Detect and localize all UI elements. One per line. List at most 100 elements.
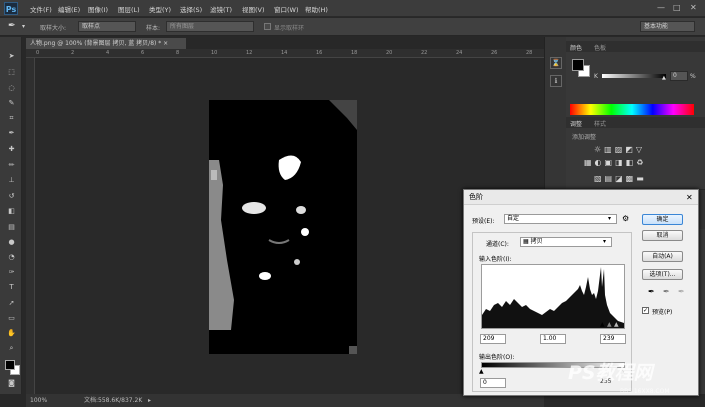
quick-mask-icon[interactable]: ◙ xyxy=(6,379,17,388)
ruler-label: 8 xyxy=(176,50,180,56)
ruler-label: 26 xyxy=(491,50,498,56)
tab-styles[interactable]: 样式 xyxy=(594,119,606,128)
tab-adjustments[interactable]: 调整 xyxy=(570,119,582,128)
input-black-value: 209 xyxy=(483,335,495,342)
marquee-tool-icon[interactable]: ⬚ xyxy=(6,68,17,77)
document-tab[interactable]: 人物.png @ 100% (背景图层 拷贝, 蓝 拷贝/8) * × xyxy=(26,38,186,49)
ruler-label: 20 xyxy=(386,50,393,56)
zoom-level[interactable]: 100% xyxy=(30,394,47,407)
sample-size-label: 取样大小: xyxy=(40,25,67,32)
cancel-button[interactable]: 取消 xyxy=(642,230,683,241)
menu-bar: Ps 文件(F) 编辑(E) 图像(I) 图层(L) 类型(Y) 选择(S) 滤… xyxy=(0,0,705,17)
k-unit: % xyxy=(690,73,696,80)
ruler-label: 14 xyxy=(281,50,288,56)
menu-edit[interactable]: 编辑(E) xyxy=(58,4,80,14)
path-selection-tool-icon[interactable]: ➚ xyxy=(6,299,17,308)
output-levels-label: 输出色阶(O): xyxy=(479,354,515,361)
gradient-tool-icon[interactable]: ▤ xyxy=(6,223,17,232)
healing-brush-tool-icon[interactable]: ✚ xyxy=(6,145,17,154)
dialog-close-icon[interactable]: ✕ xyxy=(686,190,693,205)
move-tool-icon[interactable]: ➤ xyxy=(6,52,17,61)
lasso-tool-icon[interactable]: ◌ xyxy=(6,84,17,93)
white-eyedropper-icon[interactable]: ✒ xyxy=(678,287,685,296)
portrait-threshold-image xyxy=(209,100,357,354)
show-ring-label: 显示取样环 xyxy=(274,25,305,32)
brush-tool-icon[interactable]: ✏ xyxy=(6,161,17,170)
menu-image[interactable]: 图像(I) xyxy=(88,4,108,14)
eyedropper-tool-icon[interactable]: ✒ xyxy=(6,129,17,138)
sample-select[interactable]: 所有图层 xyxy=(166,21,254,32)
menu-help[interactable]: 帮助(H) xyxy=(305,4,328,14)
foreground-color-swatch[interactable] xyxy=(5,360,15,370)
crop-tool-icon[interactable]: ⌗ xyxy=(6,114,17,123)
menu-file[interactable]: 文件(F) xyxy=(30,4,52,14)
blur-tool-icon[interactable]: ● xyxy=(6,238,17,247)
adjustment-icons-row-3[interactable]: ▧▤◪▩▬ xyxy=(594,174,647,183)
auto-button[interactable]: 自动(A) xyxy=(642,251,683,262)
input-white-value: 239 xyxy=(603,335,615,342)
tab-swatches[interactable]: 色板 xyxy=(594,43,606,52)
input-black-field[interactable]: 209 xyxy=(480,334,506,344)
output-black-slider[interactable]: ▲ xyxy=(479,368,484,375)
tab-color[interactable]: 颜色 xyxy=(570,43,582,52)
clone-stamp-tool-icon[interactable]: ⊥ xyxy=(6,176,17,185)
options-button[interactable]: 选项(T)... xyxy=(642,269,683,280)
document-image[interactable] xyxy=(209,100,357,354)
channel-select[interactable]: ▦ 拷贝 ▾ xyxy=(520,237,612,247)
dodge-tool-icon[interactable]: ◔ xyxy=(6,253,17,262)
output-black-value: 0 xyxy=(483,379,487,386)
menu-window[interactable]: 窗口(W) xyxy=(274,4,299,14)
panel-foreground-swatch[interactable] xyxy=(572,59,584,71)
menu-type[interactable]: 类型(Y) xyxy=(149,4,171,14)
black-eyedropper-icon[interactable]: ✒ xyxy=(648,287,655,296)
history-brush-tool-icon[interactable]: ↺ xyxy=(6,192,17,201)
input-mid-value: 1.00 xyxy=(543,335,557,342)
input-mid-field[interactable]: 1.00 xyxy=(540,334,566,344)
input-white-slider[interactable]: ▲ xyxy=(614,321,619,328)
show-ring-checkbox[interactable] xyxy=(264,23,271,30)
minimize-button[interactable]: — xyxy=(657,3,665,12)
preset-value: 自定 xyxy=(507,215,520,222)
workspace-select[interactable]: 基本功能 xyxy=(640,21,695,32)
k-slider-handle[interactable]: ▲ xyxy=(662,75,666,81)
histogram xyxy=(481,264,625,329)
sample-size-select[interactable]: 取样点 xyxy=(78,21,136,32)
k-slider[interactable] xyxy=(602,74,666,78)
eraser-tool-icon[interactable]: ◧ xyxy=(6,207,17,216)
ruler-label: 10 xyxy=(211,50,218,56)
chevron-down-icon[interactable]: ▾ xyxy=(22,23,25,30)
menu-layer[interactable]: 图层(L) xyxy=(118,4,140,14)
color-spectrum-bar[interactable] xyxy=(570,104,694,115)
preset-select[interactable]: 自定 ▾ xyxy=(504,214,617,224)
history-panel-icon[interactable]: ⌛ xyxy=(550,57,562,69)
dialog-title-bar[interactable]: 色阶 ✕ xyxy=(464,190,698,205)
preset-options-icon[interactable]: ⚙ xyxy=(622,214,629,223)
dialog-title: 色阶 xyxy=(469,193,483,201)
type-tool-icon[interactable]: T xyxy=(6,283,17,292)
pen-tool-icon[interactable]: ✑ xyxy=(6,268,17,277)
gray-eyedropper-icon[interactable]: ✒ xyxy=(663,287,670,296)
zoom-tool-icon[interactable]: ⌕ xyxy=(6,344,17,353)
preview-checkbox[interactable]: ✓ xyxy=(642,307,649,314)
input-gray-slider[interactable]: ▲ xyxy=(607,321,612,328)
adjustment-icons-row-2[interactable]: ▦◐▣◨◧♻ xyxy=(584,158,646,167)
eyedropper-tool-icon[interactable]: ✒ xyxy=(8,21,16,31)
quick-select-tool-icon[interactable]: ✎ xyxy=(6,99,17,108)
output-black-field[interactable]: 0 xyxy=(480,378,506,388)
status-arrow-icon[interactable]: ▸ xyxy=(148,394,151,407)
menu-select[interactable]: 选择(S) xyxy=(180,4,202,14)
hand-tool-icon[interactable]: ✋ xyxy=(6,329,17,338)
options-bar: ✒ ▾ 取样大小: 取样点 样本: 所有图层 显示取样环 基本功能 xyxy=(0,18,705,36)
input-white-field[interactable]: 239 xyxy=(600,334,626,344)
maximize-button[interactable]: □ xyxy=(673,3,681,12)
ok-button[interactable]: 确定 xyxy=(642,214,683,225)
channel-label: 通道(C): xyxy=(486,241,509,248)
adjustment-icons-row-1[interactable]: ☼▥▨◩▽ xyxy=(594,145,645,154)
rectangle-tool-icon[interactable]: ▭ xyxy=(6,314,17,323)
k-value-field[interactable]: 0 xyxy=(670,71,688,81)
properties-panel-icon[interactable]: ℹ xyxy=(550,75,562,87)
input-black-slider[interactable]: ▲ xyxy=(600,321,605,328)
menu-view[interactable]: 视图(V) xyxy=(242,4,265,14)
menu-filter[interactable]: 滤镜(T) xyxy=(210,4,232,14)
close-window-button[interactable]: ✕ xyxy=(690,3,697,12)
